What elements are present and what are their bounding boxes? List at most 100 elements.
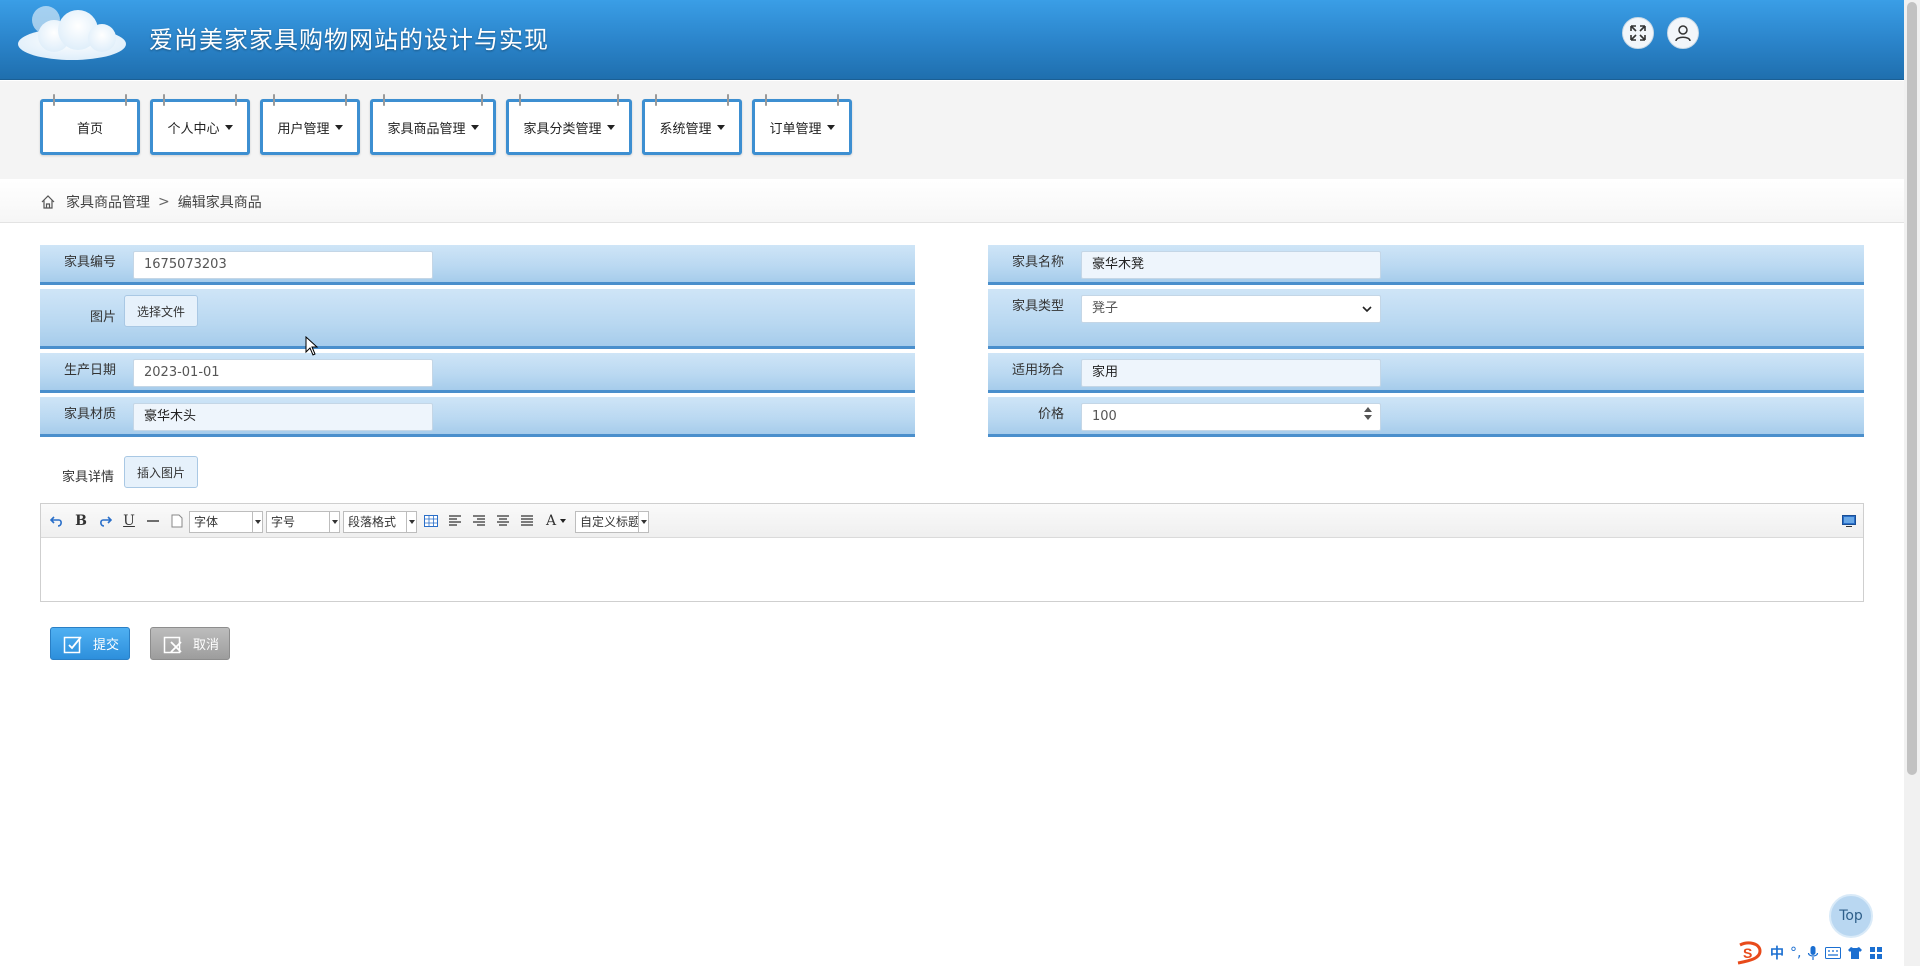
breadcrumb-current: 编辑家具商品	[177, 194, 262, 211]
submit-label: 提交	[93, 638, 120, 653]
stepper-down-icon[interactable]	[1364, 415, 1372, 420]
nav-item-furniture-category-management[interactable]: 家具分类管理	[506, 94, 632, 155]
source-code-button[interactable]	[1841, 510, 1857, 532]
production-date-input[interactable]: 2023-01-01	[133, 359, 433, 387]
caret-down-icon	[716, 124, 725, 130]
label-occasion: 适用场合	[1011, 363, 1064, 378]
row-furniture-no: 家具编号 1675073203	[40, 245, 915, 285]
label-furniture-type: 家具类型	[1011, 299, 1064, 314]
custom-title-select[interactable]: 自定义标题	[575, 511, 649, 533]
undo-icon	[50, 516, 62, 527]
breadcrumb-parent[interactable]: 家具商品管理	[66, 192, 150, 212]
undo-button[interactable]	[49, 510, 65, 532]
paragraph-format-value: 段落格式	[348, 515, 397, 529]
ime-language[interactable]: 中	[1770, 943, 1784, 963]
label-details: 家具详情	[61, 470, 114, 485]
main-nav: 首页 个人中心 用户管理 家具商品管理 家具分类管理 系统管理 订单管理	[0, 81, 1904, 179]
keyboard-icon[interactable]	[1825, 947, 1842, 959]
label-image: 图片	[89, 310, 116, 325]
text-color-label: A	[545, 513, 557, 529]
row-occasion: 适用场合 家用	[988, 353, 1864, 393]
nav-label: 用户管理	[277, 121, 330, 137]
furniture-type-select[interactable]: 凳子	[1081, 295, 1381, 323]
price-stepper[interactable]	[1364, 407, 1372, 420]
svg-text:S: S	[1743, 945, 1752, 961]
monitor-icon	[1842, 515, 1856, 527]
text-color-button[interactable]: A	[543, 510, 569, 532]
vertical-scrollbar[interactable]	[1904, 0, 1920, 966]
rich-text-editor: B U 字体 字号 段落格式 A 自定义标题	[40, 503, 1864, 602]
microphone-icon[interactable]	[1807, 945, 1819, 961]
caret-down-icon	[560, 519, 567, 523]
skin-shirt-icon[interactable]	[1847, 946, 1863, 960]
align-center-button[interactable]	[495, 510, 511, 532]
sogou-ime-icon[interactable]: S	[1734, 941, 1764, 965]
align-right-icon	[473, 515, 485, 526]
nav-item-system-management[interactable]: 系统管理	[642, 94, 742, 155]
ime-toolbar: S 中 °,	[1732, 940, 1904, 966]
insert-table-button[interactable]	[423, 510, 439, 532]
align-justify-button[interactable]	[519, 510, 535, 532]
align-justify-icon	[521, 515, 533, 526]
price-value: 100	[1092, 409, 1117, 424]
chevron-down-icon	[406, 512, 416, 532]
document-icon	[171, 514, 183, 528]
row-furniture-type: 家具类型 凳子	[988, 289, 1864, 349]
redo-icon	[100, 516, 112, 527]
nav-label: 家具分类管理	[523, 121, 602, 137]
material-input[interactable]: 豪华木头	[133, 403, 433, 431]
breadcrumb-separator: >	[158, 193, 170, 210]
mouse-cursor-icon	[305, 336, 319, 356]
toolbox-grid-icon[interactable]	[1869, 946, 1883, 960]
furniture-no-input[interactable]: 1675073203	[133, 251, 433, 279]
caret-down-icon	[470, 124, 479, 130]
stepper-up-icon[interactable]	[1364, 407, 1372, 412]
punctuation-icon[interactable]: °,	[1790, 945, 1801, 961]
chevron-down-icon	[329, 512, 339, 532]
caret-down-icon	[334, 124, 343, 130]
label-material: 家具材质	[63, 407, 116, 422]
align-right-button[interactable]	[471, 510, 487, 532]
font-family-select[interactable]: 字体	[189, 511, 263, 533]
horizontal-rule-button[interactable]	[145, 510, 161, 532]
choose-file-button[interactable]: 选择文件	[124, 295, 199, 327]
nav-label: 订单管理	[769, 121, 822, 137]
furniture-name-input[interactable]: 豪华木凳	[1081, 251, 1381, 279]
caret-down-icon	[606, 124, 615, 130]
redo-button[interactable]	[97, 510, 113, 532]
back-to-top-button[interactable]: Top	[1829, 894, 1873, 938]
underline-button[interactable]: U	[121, 510, 137, 532]
row-image: 图片 选择文件	[40, 289, 915, 349]
nav-label: 家具商品管理	[387, 121, 466, 137]
submit-button[interactable]: 提交	[50, 627, 130, 660]
cloud-logo-icon	[18, 6, 126, 60]
nav-item-order-management[interactable]: 订单管理	[752, 94, 852, 155]
scrollbar-thumb[interactable]	[1907, 2, 1917, 775]
nav-item-home[interactable]: 首页	[40, 94, 140, 155]
occasion-input[interactable]: 家用	[1081, 359, 1381, 387]
site-title: 爱尚美家家具购物网站的设计与实现	[149, 26, 549, 54]
nav-item-personal-center[interactable]: 个人中心	[150, 94, 250, 155]
bold-button[interactable]: B	[73, 510, 89, 532]
font-size-select[interactable]: 字号	[266, 511, 340, 533]
chevron-down-icon	[638, 512, 648, 532]
row-furniture-name: 家具名称 豪华木凳	[988, 245, 1864, 285]
user-button[interactable]	[1667, 17, 1699, 49]
nav-item-furniture-goods-management[interactable]: 家具商品管理	[370, 94, 496, 155]
page: 爱尚美家家具购物网站的设计与实现 首页 个人中心 用户管理 家具商品管理 家具分…	[0, 0, 1920, 966]
cancel-button[interactable]: 取消	[150, 627, 230, 660]
fullscreen-button[interactable]	[1622, 17, 1654, 49]
align-left-button[interactable]	[447, 510, 463, 532]
paragraph-format-select[interactable]: 段落格式	[343, 511, 417, 533]
caret-down-icon	[826, 124, 835, 130]
app-header: 爱尚美家家具购物网站的设计与实现	[0, 0, 1904, 80]
editor-content-area[interactable]	[41, 538, 1863, 601]
price-input[interactable]: 100	[1081, 403, 1381, 431]
new-document-button[interactable]	[169, 510, 185, 532]
home-icon[interactable]	[40, 194, 56, 210]
font-size-value: 字号	[271, 515, 296, 529]
insert-image-button[interactable]: 插入图片	[124, 456, 199, 488]
cancel-x-icon	[163, 636, 182, 653]
nav-item-user-management[interactable]: 用户管理	[260, 94, 360, 155]
horizontal-line-icon	[147, 520, 159, 522]
